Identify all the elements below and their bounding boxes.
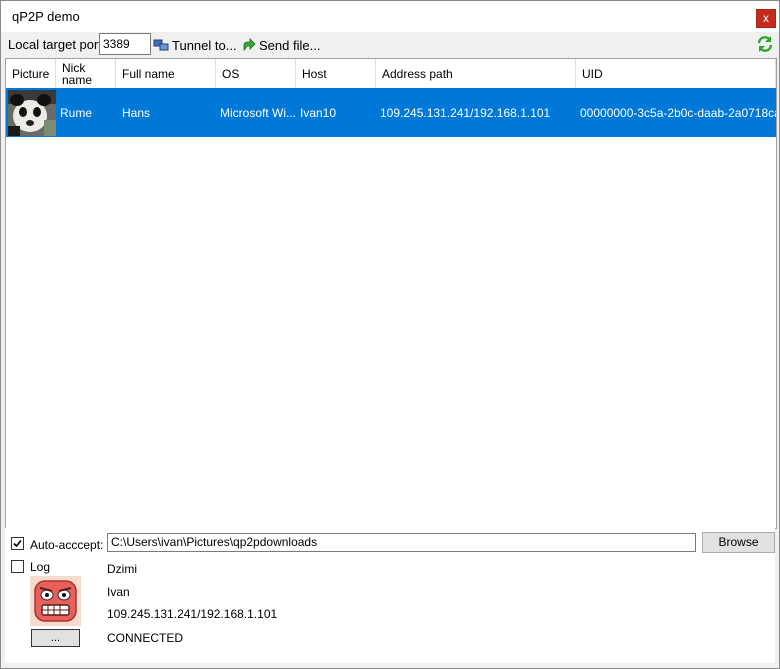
auto-accept-checkbox[interactable] bbox=[11, 537, 24, 550]
peer-nick: Rume bbox=[60, 105, 93, 120]
local-nick: Dzimi bbox=[107, 562, 137, 576]
peer-os: Microsoft Wi... bbox=[220, 105, 296, 120]
angry-face-icon bbox=[30, 576, 81, 626]
checkmark-icon bbox=[13, 539, 22, 548]
log-label: Log bbox=[30, 560, 51, 574]
tunnel-icon bbox=[153, 39, 169, 51]
app-window: qP2P demo x Local target port Tunnel to.… bbox=[0, 0, 780, 669]
column-header-address[interactable]: Address path bbox=[376, 59, 576, 88]
tunnel-label: Tunnel to... bbox=[172, 37, 237, 53]
peer-full-name: Hans bbox=[122, 105, 151, 120]
send-file-label: Send file... bbox=[259, 37, 321, 53]
peer-address: 109.245.131.241/192.168.1.101 bbox=[380, 105, 551, 120]
column-header-picture[interactable]: Picture bbox=[6, 59, 56, 88]
peer-list[interactable]: Picture Nick name Full name OS Host Addr… bbox=[5, 58, 777, 529]
send-file-icon bbox=[243, 38, 256, 51]
peer-uid: 00000000-3c5a-2b0c-daab-2a0718ca... bbox=[580, 105, 776, 120]
column-header-os[interactable]: OS bbox=[216, 59, 296, 88]
list-header: Picture Nick name Full name OS Host Addr… bbox=[6, 59, 776, 89]
refresh-icon bbox=[757, 36, 773, 52]
local-avatar bbox=[30, 576, 81, 626]
peer-host: Ivan10 bbox=[300, 105, 337, 120]
column-header-full-name[interactable]: Full name bbox=[116, 59, 216, 88]
download-path-input[interactable]: C:\Users\ivan\Pictures\qp2pdownloads bbox=[107, 533, 696, 552]
change-picture-button[interactable]: ... bbox=[31, 629, 80, 647]
toolbar: Local target port Tunnel to... Send file… bbox=[1, 32, 779, 58]
window-title: qP2P demo bbox=[12, 9, 80, 24]
tunnel-button[interactable]: Tunnel to... bbox=[153, 36, 237, 54]
local-address: 109.245.131.241/192.168.1.101 bbox=[107, 607, 278, 621]
refresh-button[interactable] bbox=[756, 35, 774, 53]
send-file-button[interactable]: Send file... bbox=[242, 36, 320, 54]
title-bar: qP2P demo x bbox=[1, 1, 779, 32]
column-header-nick[interactable]: Nick name bbox=[56, 59, 116, 88]
table-row[interactable]: Rume Hans Microsoft Wi... Ivan10 109.245… bbox=[6, 88, 776, 137]
peer-picture bbox=[6, 88, 56, 137]
port-input[interactable] bbox=[99, 33, 151, 55]
browse-button[interactable]: Browse bbox=[702, 532, 775, 553]
log-checkbox[interactable] bbox=[11, 560, 24, 573]
port-label: Local target port bbox=[8, 37, 102, 52]
column-header-uid[interactable]: UID bbox=[576, 59, 776, 88]
panda-avatar-icon bbox=[8, 90, 56, 136]
column-header-host[interactable]: Host bbox=[296, 59, 376, 88]
connection-status: CONNECTED bbox=[107, 631, 184, 645]
auto-accept-label: Auto-acccept: bbox=[30, 538, 104, 552]
local-peer-panel: Auto-acccept: C:\Users\ivan\Pictures\qp2… bbox=[5, 528, 775, 663]
local-name: Ivan bbox=[107, 585, 130, 599]
close-button[interactable]: x bbox=[756, 9, 776, 28]
